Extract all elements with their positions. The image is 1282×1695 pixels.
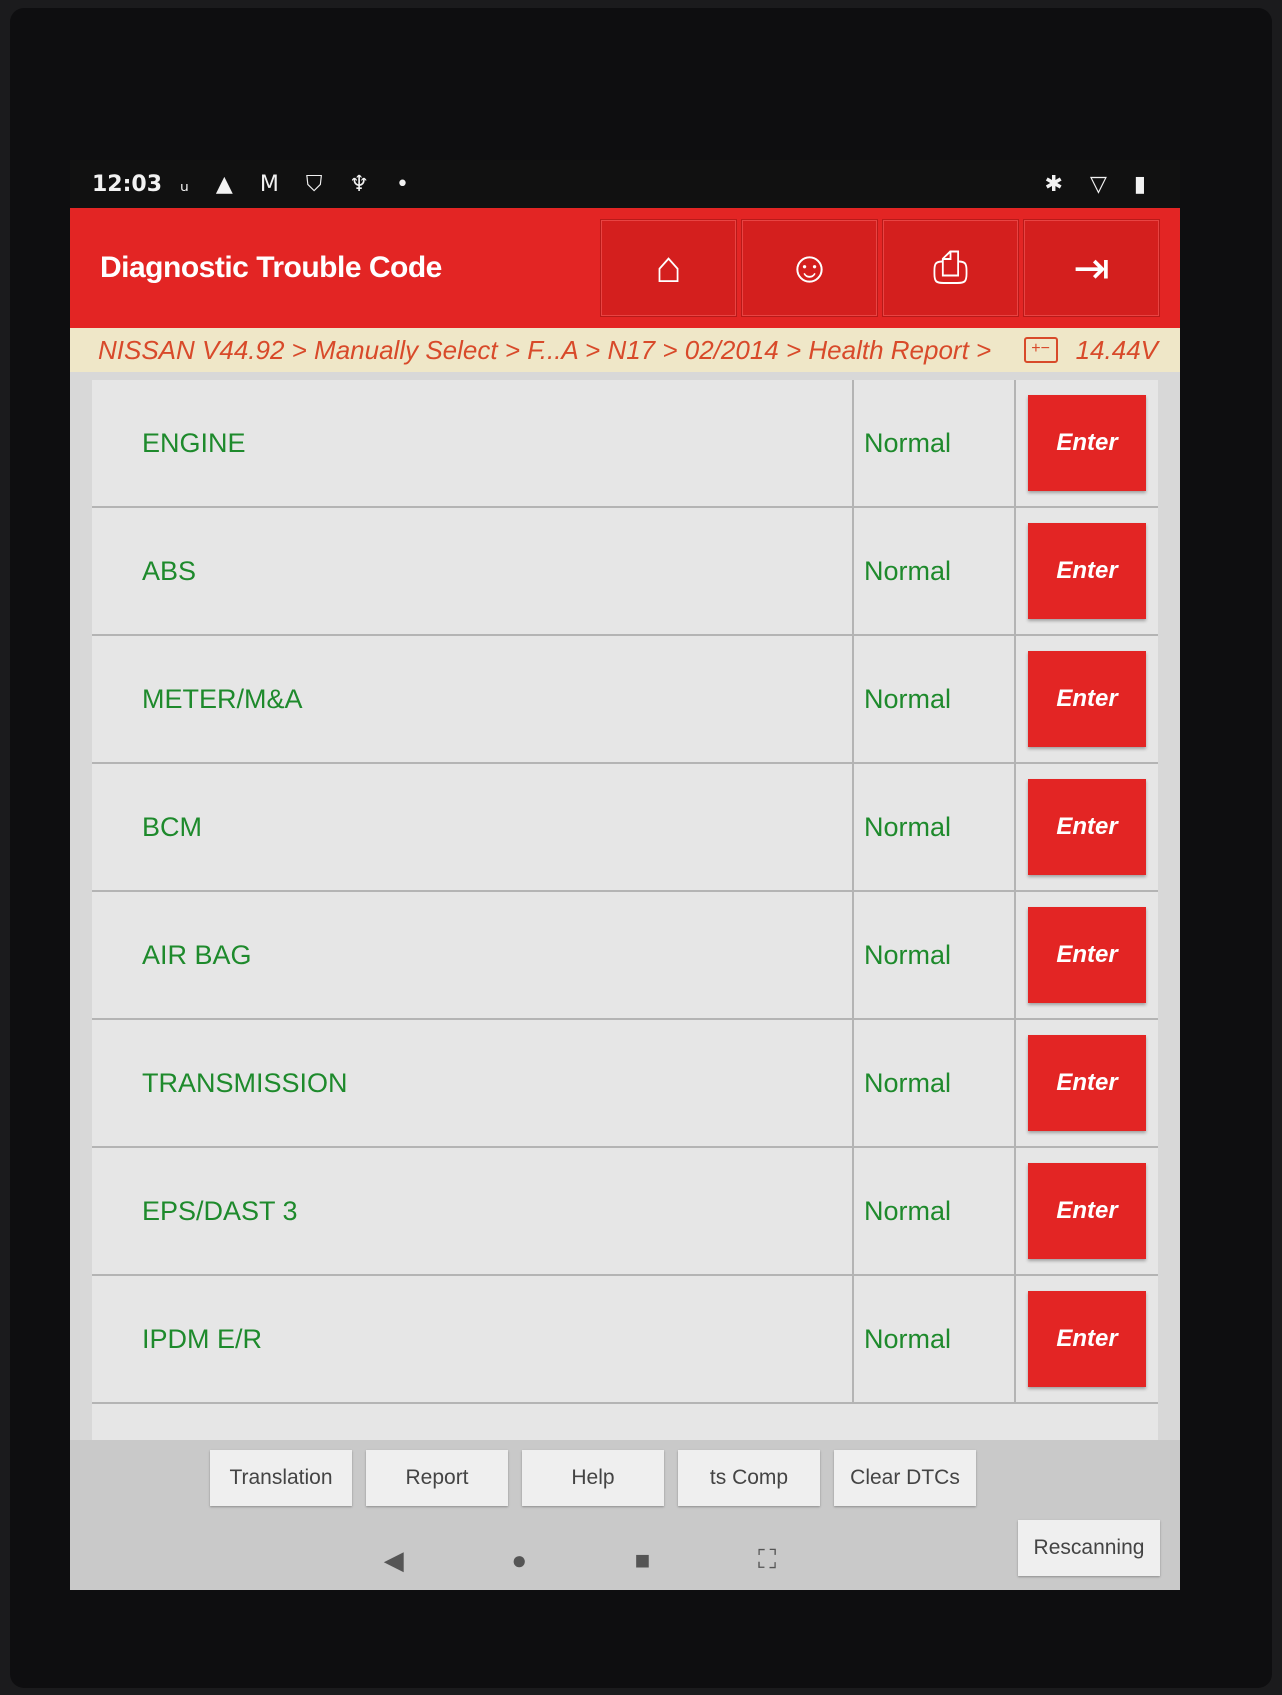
support-icon: ☺ (787, 243, 832, 292)
enter-button[interactable]: Enter (1028, 907, 1146, 1003)
print-icon: ⎙ (932, 243, 969, 292)
device-screen: 12:03 ᵤ ▲ M ⛉ ♆ • ✱ ▽ ▮ Diagnostic Troub… (70, 160, 1180, 1590)
system-row-ipdm: IPDM E/R Normal Enter (92, 1276, 1158, 1404)
enter-button[interactable]: Enter (1028, 1163, 1146, 1259)
help-button[interactable]: Help (522, 1450, 664, 1506)
notification-icons: ᵤ ▲ M ⛉ ♆ • (180, 171, 420, 197)
enter-button[interactable]: Enter (1028, 523, 1146, 619)
system-name: IPDM E/R (92, 1276, 854, 1402)
system-status: Normal (854, 892, 1016, 1018)
enter-button[interactable]: Enter (1028, 1035, 1146, 1131)
enter-button[interactable]: Enter (1028, 395, 1146, 491)
system-status: Normal (854, 508, 1016, 634)
compare-button[interactable]: ts Comp (678, 1450, 820, 1506)
system-status: Normal (854, 636, 1016, 762)
rescanning-button[interactable]: Rescanning (1018, 1520, 1160, 1576)
system-name: EPS/DAST 3 (92, 1148, 854, 1274)
system-name: ENGINE (92, 380, 854, 506)
system-status: Normal (854, 1148, 1016, 1274)
system-row-airbag: AIR BAG Normal Enter (92, 892, 1158, 1020)
system-row-bcm: BCM Normal Enter (92, 764, 1158, 892)
battery-voltage: 14.44V (1075, 334, 1158, 365)
recents-icon[interactable]: ■ (635, 1545, 651, 1576)
system-row-engine: ENGINE Normal Enter (92, 380, 1158, 508)
screenshot-icon[interactable]: ⛶ (758, 1544, 776, 1576)
clear-dtcs-button[interactable]: Clear DTCs (834, 1450, 976, 1506)
enter-button[interactable]: Enter (1028, 779, 1146, 875)
exit-icon: ⇥ (1073, 243, 1110, 293)
system-name: ABS (92, 508, 854, 634)
system-row-abs: ABS Normal Enter (92, 508, 1158, 636)
status-time: 12:03 (92, 171, 163, 197)
battery-icon: +− (1023, 337, 1058, 363)
page-title: Diagnostic Trouble Code (100, 251, 442, 284)
title-bar: Diagnostic Trouble Code ⌂ ☺ ⎙ ⇥ (70, 208, 1180, 328)
system-status: Normal (854, 1020, 1016, 1146)
print-button[interactable]: ⎙ (882, 219, 1019, 317)
translation-button[interactable]: Translation (210, 1450, 352, 1506)
system-row-meter: METER/M&A Normal Enter (92, 636, 1158, 764)
breadcrumb-path: NISSAN V44.92 > Manually Select > F...A … (98, 334, 992, 365)
system-row-transmission: TRANSMISSION Normal Enter (92, 1020, 1158, 1148)
system-icons: ✱ ▽ ▮ (1044, 171, 1156, 197)
enter-button[interactable]: Enter (1028, 1291, 1146, 1387)
system-status: Normal (854, 764, 1016, 890)
home-button[interactable]: ⌂ (600, 219, 737, 317)
app-window: Diagnostic Trouble Code ⌂ ☺ ⎙ ⇥ NISSAN V… (70, 208, 1180, 1590)
enter-button[interactable]: Enter (1028, 651, 1146, 747)
system-name: BCM (92, 764, 854, 890)
back-icon[interactable]: ◀ (384, 1545, 404, 1576)
system-name: AIR BAG (92, 892, 854, 1018)
system-name: METER/M&A (92, 636, 854, 762)
system-list: ENGINE Normal Enter ABS Normal Enter MET… (70, 372, 1180, 1404)
support-button[interactable]: ☺ (741, 219, 878, 317)
system-status: Normal (854, 380, 1016, 506)
report-button[interactable]: Report (366, 1450, 508, 1506)
status-bar: 12:03 ᵤ ▲ M ⛉ ♆ • ✱ ▽ ▮ (70, 160, 1180, 208)
system-status: Normal (854, 1276, 1016, 1402)
home-nav-icon[interactable]: ● (511, 1545, 527, 1576)
breadcrumb: NISSAN V44.92 > Manually Select > F...A … (70, 328, 1180, 372)
exit-button[interactable]: ⇥ (1023, 219, 1160, 317)
system-row-eps: EPS/DAST 3 Normal Enter (92, 1148, 1158, 1276)
system-name: TRANSMISSION (92, 1020, 854, 1146)
android-nav-bar: ◀ ● ■ ⛶ (330, 1540, 830, 1580)
home-icon: ⌂ (655, 243, 682, 292)
